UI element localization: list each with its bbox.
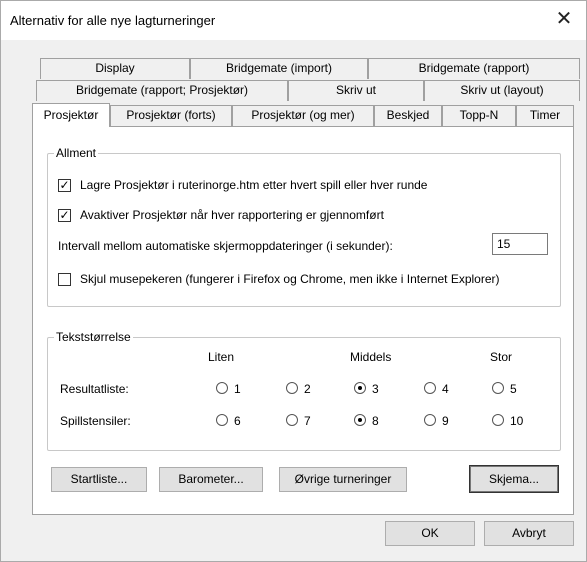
tab-prosjektor[interactable]: Prosjektør (32, 103, 110, 127)
resultat-radio-2[interactable] (286, 382, 298, 394)
spill-radio-9[interactable] (424, 414, 436, 426)
avaktiver-label: Avaktiver Prosjektør når hver rapporteri… (80, 208, 384, 222)
spill-radio-6-label: 6 (234, 414, 241, 428)
tab-display[interactable]: Display (40, 58, 190, 79)
tab-bridgemate-import[interactable]: Bridgemate (import) (190, 58, 368, 79)
allment-legend: Allment (54, 146, 99, 160)
spill-radio-10[interactable] (492, 414, 504, 426)
avbryt-button[interactable]: Avbryt (484, 521, 574, 546)
resultat-radio-5-label: 5 (510, 382, 517, 396)
close-icon[interactable]: ✕ (541, 0, 587, 40)
skjul-label: Skjul musepekeren (fungerer i Firefox og… (80, 272, 500, 286)
tab-bridgemate-rapport[interactable]: Bridgemate (rapport) (368, 58, 580, 79)
resultat-radio-5[interactable] (492, 382, 504, 394)
spill-radio-7[interactable] (286, 414, 298, 426)
startliste-button[interactable]: Startliste... (51, 467, 147, 492)
tab-prosjektor-forts[interactable]: Prosjektør (forts) (110, 105, 232, 126)
header-middels: Middels (350, 350, 392, 364)
resultat-radio-1-label: 1 (234, 382, 241, 396)
tab-skriv-ut[interactable]: Skriv ut (288, 80, 424, 101)
title-bar: Alternativ for alle nye lagturneringer ✕ (0, 0, 587, 40)
resultat-radio-3-label: 3 (372, 382, 379, 396)
tab-skriv-ut-layout[interactable]: Skriv ut (layout) (424, 80, 580, 101)
spill-radio-10-label: 10 (510, 414, 524, 428)
spill-radio-7-label: 7 (304, 414, 311, 428)
intervall-input[interactable] (492, 233, 548, 255)
tab-beskjed[interactable]: Beskjed (374, 105, 442, 126)
header-stor: Stor (490, 350, 513, 364)
allment-group: Allment ✓ Lagre Prosjektør i ruterinorge… (47, 146, 561, 307)
ovrige-turneringer-button[interactable]: Øvrige turneringer (279, 467, 407, 492)
resultatliste-label: Resultatliste: (60, 382, 129, 396)
spill-radio-6[interactable] (216, 414, 228, 426)
barometer-button[interactable]: Barometer... (159, 467, 263, 492)
resultat-radio-4-label: 4 (442, 382, 449, 396)
tekststorrelse-legend: Tekststørrelse (54, 330, 133, 344)
tab-prosjektor-og-mer[interactable]: Prosjektør (og mer) (232, 105, 374, 126)
spill-radio-8[interactable] (354, 414, 366, 426)
resultat-radio-2-label: 2 (304, 382, 311, 396)
spillstensiler-label: Spillstensiler: (60, 414, 131, 428)
tab-topp-n[interactable]: Topp-N (442, 105, 516, 126)
tekststorrelse-group: Tekststørrelse Liten Middels Stor Result… (47, 330, 561, 451)
skjema-button[interactable]: Skjema... (469, 465, 559, 493)
resultat-radio-3[interactable] (354, 382, 366, 394)
tab-timer[interactable]: Timer (516, 105, 574, 126)
tab-panel-prosjektor: Allment ✓ Lagre Prosjektør i ruterinorge… (32, 126, 574, 515)
tab-bridgemate-rapport-prosjektor[interactable]: Bridgemate (rapport; Prosjektør) (36, 80, 288, 101)
resultat-radio-1[interactable] (216, 382, 228, 394)
spill-radio-8-label: 8 (372, 414, 379, 428)
intervall-label: Intervall mellom automatiske skjermoppda… (58, 239, 393, 253)
ok-button[interactable]: OK (385, 521, 475, 546)
skjul-checkbox[interactable] (58, 273, 71, 286)
lagre-checkbox[interactable]: ✓ (58, 179, 71, 192)
spill-radio-9-label: 9 (442, 414, 449, 428)
header-liten: Liten (208, 350, 235, 364)
avaktiver-checkbox[interactable]: ✓ (58, 209, 71, 222)
resultat-radio-4[interactable] (424, 382, 436, 394)
lagre-label: Lagre Prosjektør i ruterinorge.htm etter… (80, 178, 428, 192)
window-title: Alternativ for alle nye lagturneringer (10, 13, 216, 28)
